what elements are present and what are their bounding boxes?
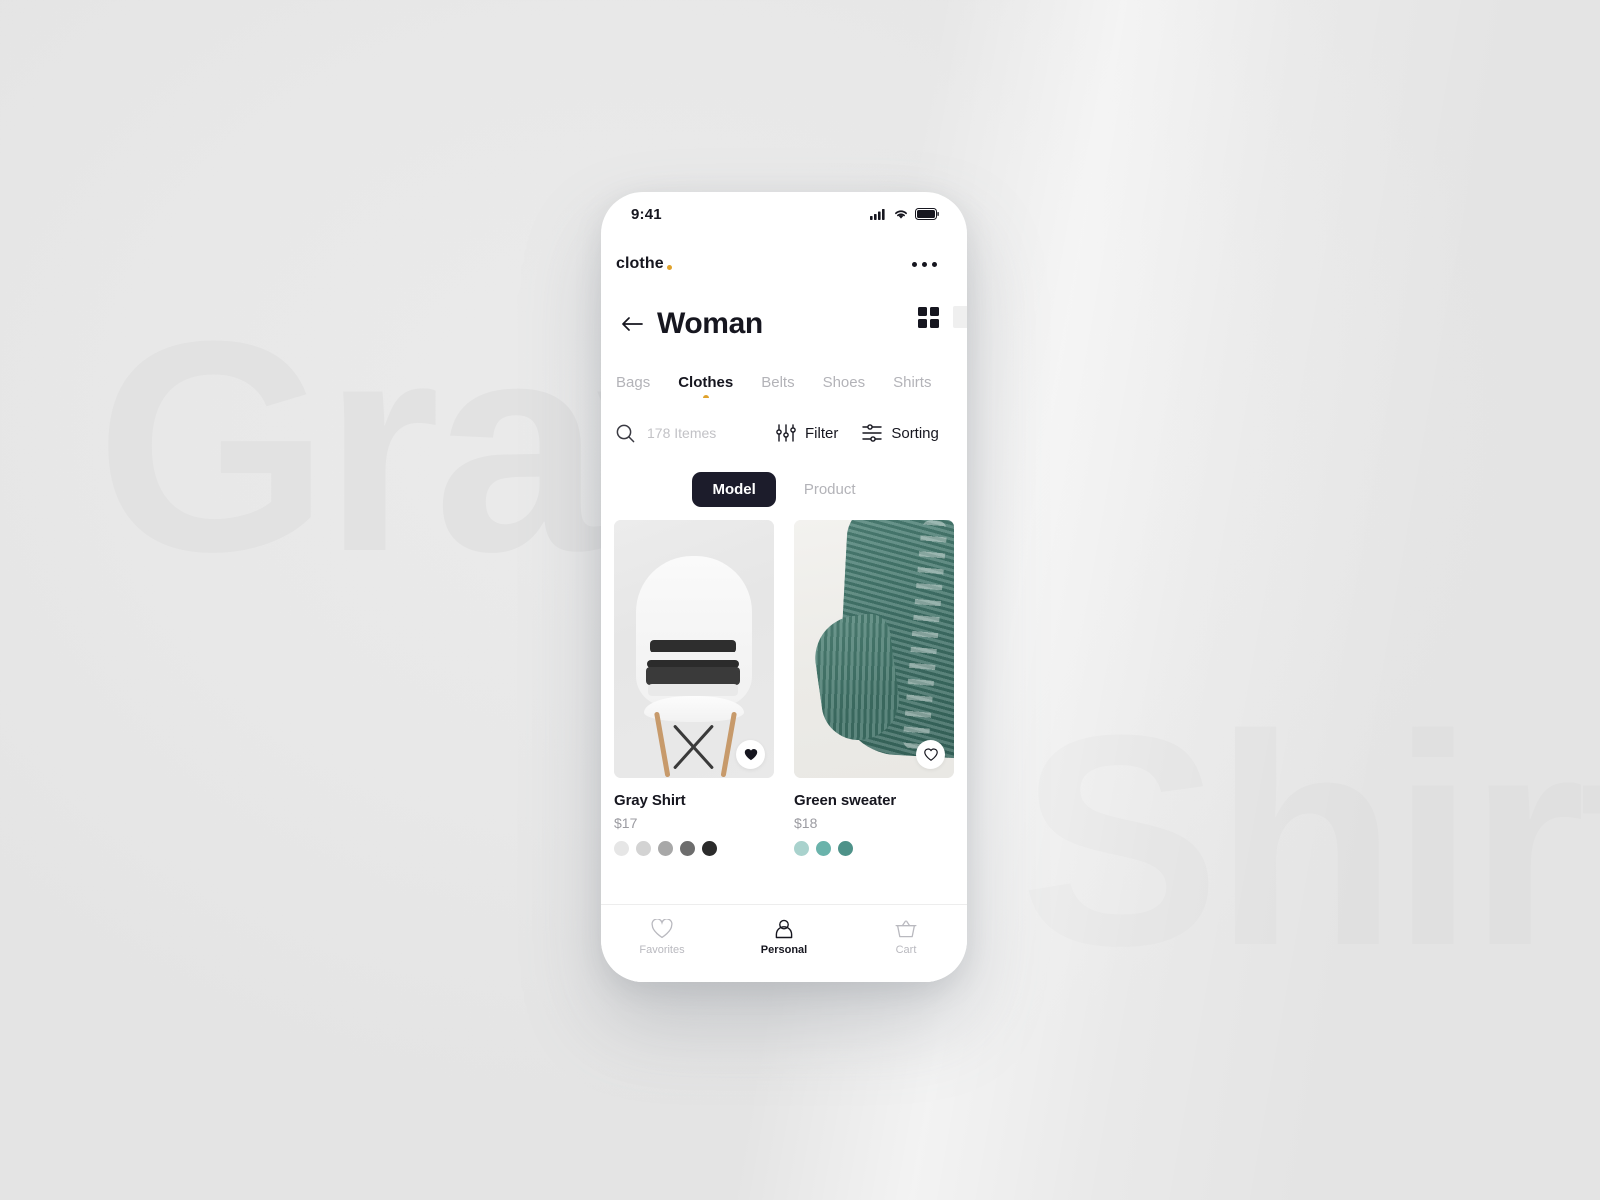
- tab-label: Personal: [760, 944, 808, 956]
- category-tab-bags[interactable]: Bags: [616, 374, 650, 398]
- favorite-button[interactable]: [736, 740, 765, 769]
- category-tab-shirts[interactable]: Shirts: [893, 374, 931, 398]
- status-time: 9:41: [631, 205, 662, 223]
- color-swatch[interactable]: [680, 841, 695, 856]
- status-indicators: [870, 208, 939, 220]
- arrow-left-icon: [622, 317, 643, 331]
- filter-label: Filter: [805, 424, 839, 442]
- product-name: Green sweater: [794, 792, 897, 809]
- bottom-navigation: Favorites Personal Cart: [601, 904, 967, 982]
- search-input-placeholder: 178 Itemes: [647, 425, 717, 441]
- more-horizontal-icon[interactable]: [912, 261, 937, 267]
- search-icon: [616, 424, 635, 442]
- tab-cart[interactable]: Cart: [861, 919, 951, 956]
- sorting-label: Sorting: [891, 424, 939, 442]
- product-price: $18: [794, 815, 818, 831]
- favorite-button[interactable]: [916, 740, 945, 769]
- color-swatch[interactable]: [794, 841, 809, 856]
- product-card[interactable]: Green sweater $18: [794, 520, 954, 856]
- color-swatch[interactable]: [658, 841, 673, 856]
- category-tab-belts[interactable]: Belts: [761, 374, 794, 398]
- heart-outline-icon: [923, 748, 938, 761]
- tab-label: Cart: [895, 944, 917, 956]
- color-swatch[interactable]: [614, 841, 629, 856]
- category-tabs: Bags Clothes Belts Shoes Shirts: [601, 346, 967, 398]
- status-bar: 9:41: [601, 192, 967, 236]
- back-button[interactable]: [615, 316, 649, 332]
- sorting-button[interactable]: Sorting: [862, 424, 939, 442]
- color-swatch[interactable]: [838, 841, 853, 856]
- view-mode-segmented-control: Model Product: [601, 450, 967, 507]
- signal-icon: [870, 209, 885, 220]
- tab-favorites[interactable]: Favorites: [617, 919, 707, 956]
- basket-icon: [895, 920, 917, 938]
- product-grid: Gray Shirt $17 Green sweater $18: [601, 506, 967, 856]
- color-swatches: [794, 841, 954, 856]
- product-name: Gray Shirt: [614, 792, 686, 809]
- page-title: Woman: [657, 307, 763, 340]
- grid-view-icon[interactable]: [918, 306, 939, 328]
- person-icon: [775, 919, 793, 939]
- segment-model[interactable]: Model: [692, 471, 776, 507]
- view-toggle: [918, 306, 967, 328]
- page-header: Woman: [601, 280, 967, 346]
- tools-row: 178 Itemes Filter Sorting: [601, 398, 967, 450]
- search-field[interactable]: 178 Itemes: [616, 424, 776, 443]
- color-swatch[interactable]: [816, 841, 831, 856]
- color-swatch[interactable]: [702, 841, 717, 856]
- tab-personal[interactable]: Personal: [739, 919, 829, 956]
- filter-sliders-icon: [776, 424, 796, 442]
- segment-product[interactable]: Product: [784, 472, 876, 507]
- brand-logo[interactable]: clothe: [616, 255, 672, 273]
- product-image-gray-shirt[interactable]: [614, 520, 774, 778]
- filter-button[interactable]: Filter: [776, 424, 838, 442]
- heart-filled-icon: [744, 749, 757, 761]
- square-view-icon[interactable]: [953, 306, 967, 328]
- tab-label: Favorites: [639, 944, 685, 956]
- brand-dot-icon: [666, 265, 672, 270]
- brand-name: clothe: [616, 255, 664, 272]
- product-image-green-sweater[interactable]: [794, 520, 954, 778]
- color-swatches: [614, 841, 774, 856]
- color-swatch[interactable]: [636, 841, 651, 856]
- sorting-sliders-icon: [862, 424, 883, 442]
- category-tab-clothes[interactable]: Clothes: [678, 374, 733, 398]
- phone-frame: 9:41 clothe Woman Bags Clothes Belts Sho…: [601, 192, 967, 982]
- heart-icon: [651, 919, 673, 939]
- category-tab-shoes[interactable]: Shoes: [823, 374, 866, 398]
- wifi-icon: [895, 210, 907, 219]
- battery-icon: [915, 208, 939, 220]
- background-watermark-right: Shirt: [1020, 672, 1600, 1008]
- product-price: $17: [614, 815, 638, 831]
- brand-row: clothe: [601, 236, 967, 280]
- product-card[interactable]: Gray Shirt $17: [614, 520, 774, 856]
